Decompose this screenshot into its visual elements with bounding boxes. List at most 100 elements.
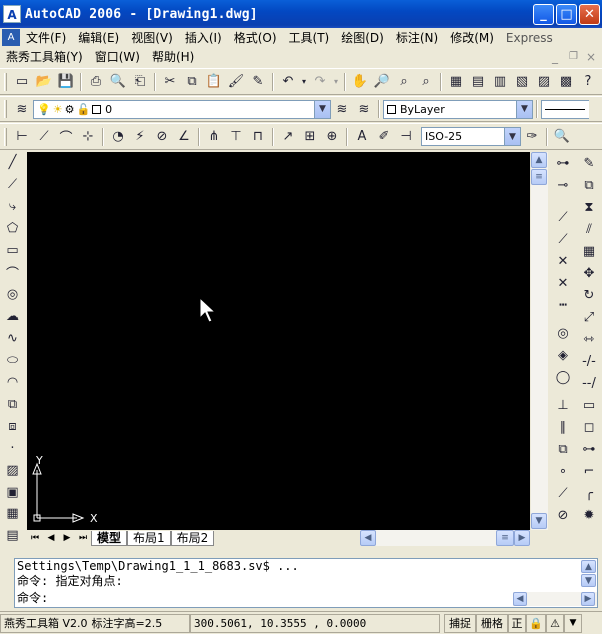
minimize-button[interactable]: _ [533,4,554,25]
chamfer-icon[interactable]: ⌐ [579,460,599,482]
snap-center-icon[interactable]: ◎ [553,322,573,344]
point-icon[interactable]: · [3,437,23,459]
trim-icon[interactable]: -/- [579,350,599,372]
insert-block-icon[interactable]: ⧉ [3,393,23,415]
angular-dimension-icon[interactable]: ∠ [173,126,195,148]
doc-close-icon[interactable]: × [586,50,596,64]
grid-toggle[interactable]: 栅格 [476,613,508,633]
scroll-right-icon[interactable]: ▶ [514,530,530,546]
doc-restore-icon[interactable]: ❐ [569,51,578,62]
menu-view[interactable]: 视图(V) [125,29,179,46]
menu-dimension[interactable]: 标注(N) [390,29,444,46]
menu-format[interactable]: 格式(O) [228,29,283,46]
chevron-down-icon[interactable]: ▼ [314,100,330,118]
snap-intersection-icon[interactable]: ✕ [553,250,573,272]
menu-express[interactable]: Express [500,31,559,45]
last-tab-icon[interactable]: ⏭ [75,531,91,545]
ellipse-arc-icon[interactable]: ◠ [3,371,23,393]
make-object-layer-current-icon[interactable]: ≋ [331,98,353,120]
vertical-scrollbar[interactable]: ▲ ≡ ▼ [531,152,548,530]
ellipse-icon[interactable]: ⬭ [3,349,23,371]
layer-manager-icon[interactable]: ≋ [11,98,33,120]
rotate-icon[interactable]: ↻ [579,284,599,306]
copy-icon[interactable]: ⧉ [181,71,203,93]
multiline-text-icon[interactable]: ▤ [3,525,23,547]
communication-center-icon[interactable]: ⚠ [546,613,564,633]
lock-icon[interactable]: 🔒 [526,613,546,633]
construction-line-icon[interactable]: ⟋ [3,174,23,196]
snap-extension-icon[interactable]: ┅ [553,294,573,316]
open-file-icon[interactable]: 📂 [33,71,55,93]
menu-draw[interactable]: 绘图(D) [335,29,390,46]
save-icon[interactable]: 💾 [55,71,77,93]
plot-preview-icon[interactable]: 🔍 [107,71,129,93]
hscroll-thumb[interactable]: ≡ [496,530,514,546]
help-icon[interactable]: ? [577,71,599,93]
ortho-toggle[interactable]: 正 [508,613,526,633]
quick-dimension-icon[interactable]: ⋔ [203,126,225,148]
undo-dropdown-icon[interactable]: ▾ [299,71,309,93]
zoom-previous-icon[interactable]: ⌕ [415,71,437,93]
arc-icon[interactable]: ⌒ [3,262,23,284]
layer-combo[interactable]: 💡 ☀ ⚙ 🔓 0 ▼ [33,99,331,119]
dimension-text-edit-icon[interactable]: ✐ [373,126,395,148]
menu-file[interactable]: 文件(F) [20,29,72,46]
horizontal-scrollbar[interactable]: ◀ ≡ ▶ [360,530,530,546]
command-window[interactable]: Settings\Temp\Drawing1_1_1_8683.sv$ ... … [14,558,598,608]
publish-icon[interactable]: ⎗ [129,71,151,93]
linear-dimension-icon[interactable]: ⊢ [11,126,33,148]
break-at-point2-icon[interactable]: ▭ [579,394,599,416]
plot-icon[interactable]: ⎙ [85,71,107,93]
command-prompt[interactable]: 命令: [15,591,597,606]
properties-icon[interactable]: ▦ [445,71,467,93]
aligned-dimension-icon[interactable]: ⟋ [33,126,55,148]
tolerance-icon[interactable]: ⊞ [299,126,321,148]
scroll-thumb[interactable]: ≡ [531,169,547,185]
baseline-dimension-icon[interactable]: ⊤ [225,126,247,148]
center-mark-icon[interactable]: ⊕ [321,126,343,148]
maximize-button[interactable]: □ [556,4,577,25]
first-tab-icon[interactable]: ⏮ [27,531,43,545]
make-block-icon[interactable]: ⧈ [3,415,23,437]
snap-tangent-icon[interactable]: ◯ [553,366,573,388]
scroll-down-icon[interactable]: ▼ [531,513,547,529]
chevron-down-icon[interactable]: ▼ [516,100,532,118]
sheet-set-icon[interactable]: ▧ [511,71,533,93]
dimstyle-combo[interactable]: ISO-25 ▼ [421,127,521,146]
close-button[interactable]: ✕ [579,4,600,25]
doc-minimize-icon[interactable]: _ [552,50,558,64]
dimension-edit-icon[interactable]: A [351,126,373,148]
menu-tools[interactable]: 工具(T) [283,29,336,46]
cut-icon[interactable]: ✂ [159,71,181,93]
polygon-icon[interactable]: ⬠ [3,218,23,240]
dimension-update-icon[interactable]: ⊣ [395,126,417,148]
match-properties-icon[interactable]: 🖌 [225,71,247,93]
status-menu-arrow-icon[interactable]: ▼ [564,613,582,633]
snap-none-icon[interactable]: ⊘ [553,504,573,526]
calculator-icon[interactable]: ▩ [555,71,577,93]
design-center-icon[interactable]: ▤ [467,71,489,93]
extend-icon[interactable]: --/ [579,372,599,394]
join-icon[interactable]: ⊶ [579,438,599,460]
layer-previous-icon[interactable]: ≋ [353,98,375,120]
menu-help[interactable]: 帮助(H) [146,48,200,65]
table-icon[interactable]: ▦ [3,503,23,525]
cmd-horizontal-scrollbar[interactable]: ◀ ▶ [513,592,597,606]
autocad-app-icon[interactable]: A [3,5,21,23]
offset-icon[interactable]: ⫽ [579,218,599,240]
arc-length-icon[interactable]: ⌒ [55,126,77,148]
rectangle-icon[interactable]: ▭ [3,240,23,262]
cmd-scroll-right-icon[interactable]: ▶ [581,592,595,606]
tab-layout1[interactable]: 布局1 [127,530,171,546]
redo-icon[interactable]: ↷ [309,71,331,93]
undo-icon[interactable]: ↶ [277,71,299,93]
coordinate-readout[interactable]: 300.5061, 10.3555 , 0.0000 [190,613,440,633]
menu-edit[interactable]: 编辑(E) [72,29,125,46]
prev-tab-icon[interactable]: ◀ [43,531,59,545]
tab-layout2[interactable]: 布局2 [170,530,215,546]
snap-parallel-icon[interactable]: ∥ [553,416,573,438]
snap-midpoint-icon[interactable]: ⟋ [553,228,573,250]
fillet-icon[interactable]: ╭ [579,482,599,504]
mirror-icon[interactable]: ⧗ [579,196,599,218]
redo-dropdown-icon[interactable]: ▾ [331,71,341,93]
